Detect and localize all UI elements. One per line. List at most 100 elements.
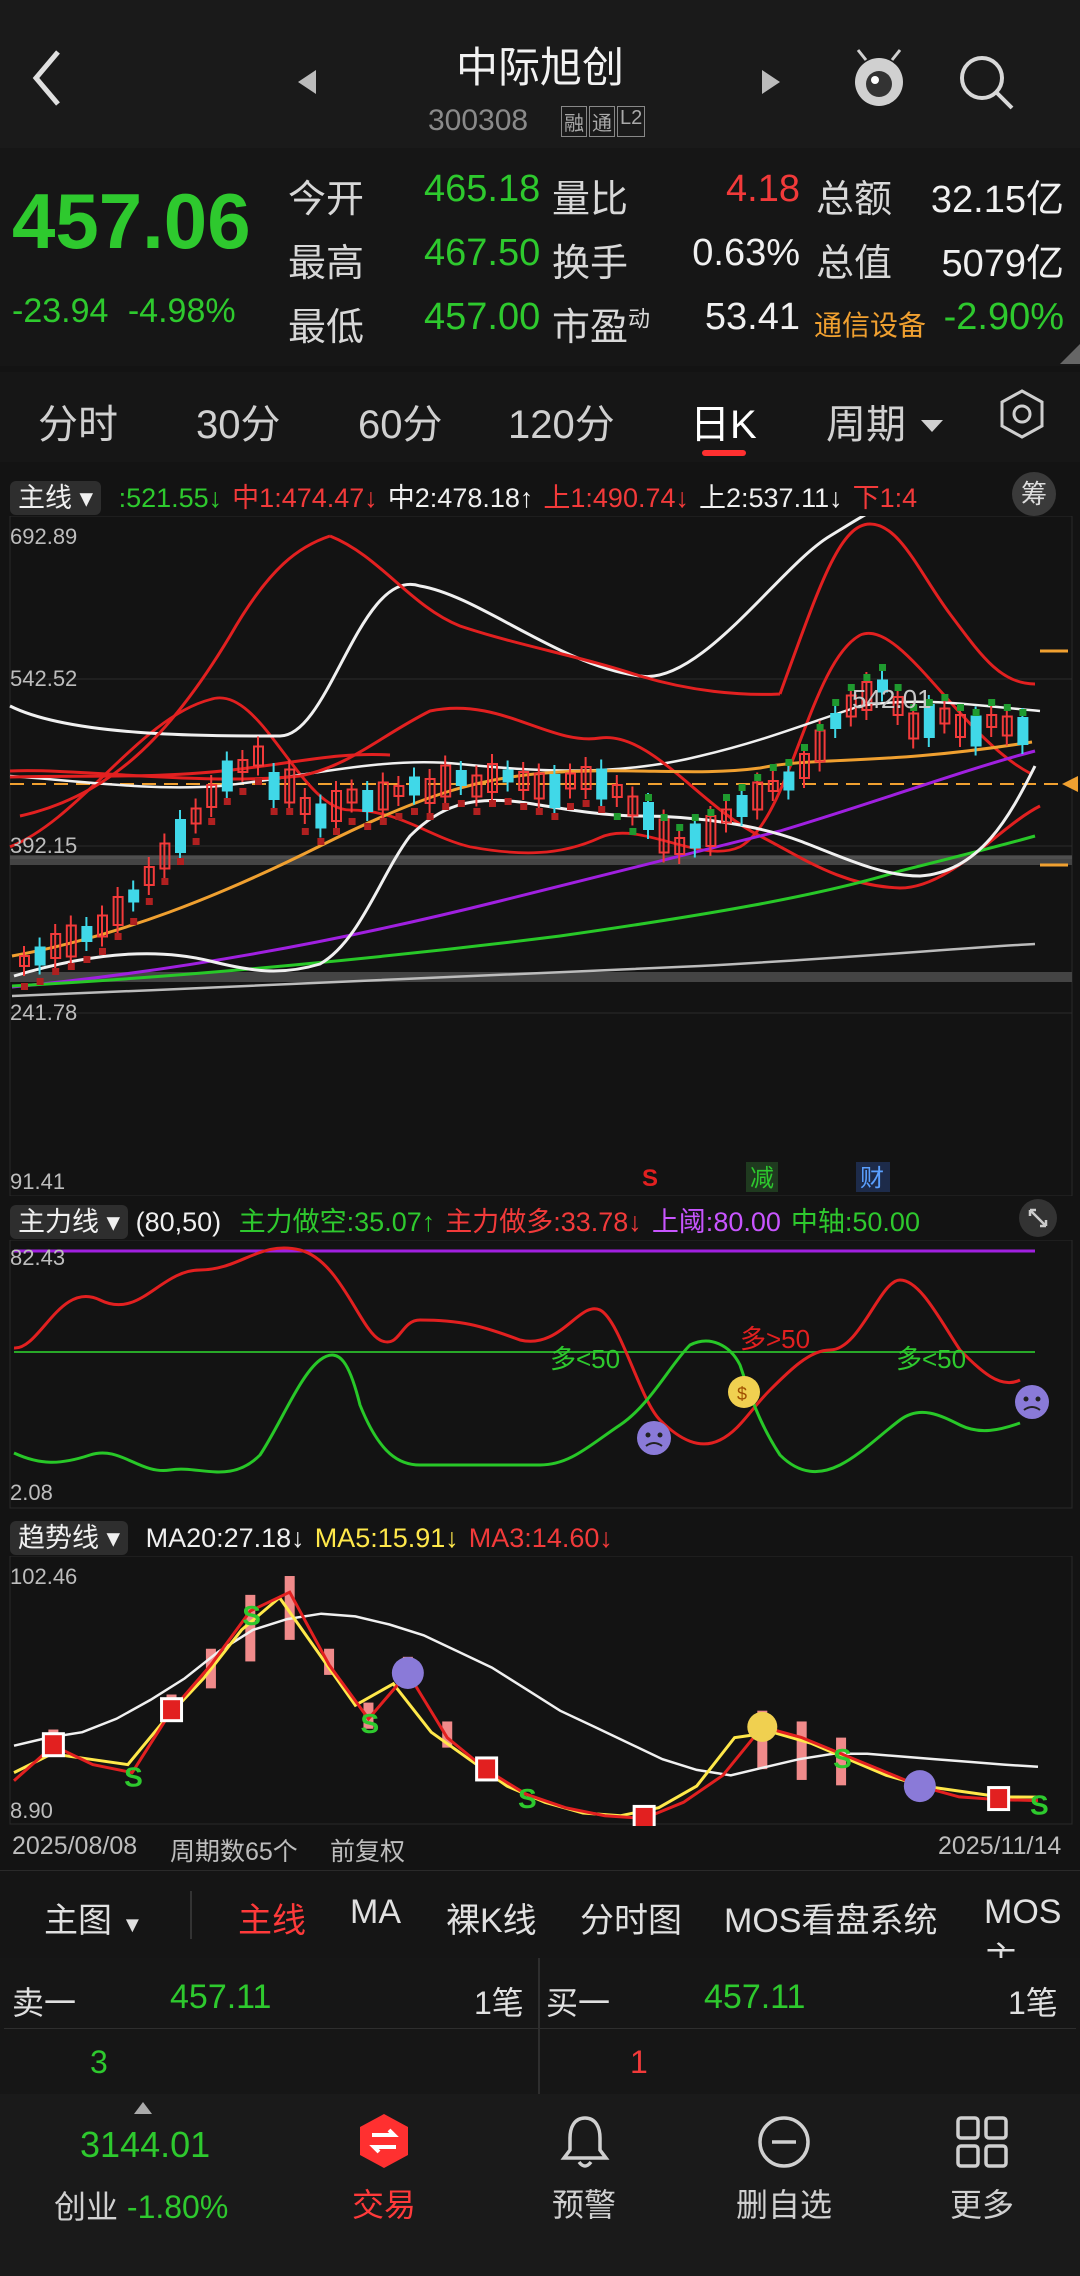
prev-stock-icon[interactable] <box>296 68 320 96</box>
trade-icon[interactable] <box>358 2112 410 2170</box>
current-price: 457.06 <box>12 177 251 265</box>
candle <box>81 926 93 942</box>
nav-trade[interactable]: 交易 <box>304 2180 464 2226</box>
trend-dot <box>364 823 372 830</box>
x-axis-adjust[interactable]: 前复权 <box>330 1832 405 1868</box>
force-indicator-selector[interactable]: 主力线 ▾ <box>10 1205 129 1239</box>
trend-indicator-selector[interactable]: 趋势线 ▾ <box>10 1521 129 1555</box>
expand-up-icon[interactable] <box>134 2102 152 2116</box>
candlestick-chart[interactable]: 692.89 542.52 392.15 241.78 91.41 542.01… <box>0 516 1080 1196</box>
tab-timeshare[interactable]: 分时 <box>38 392 118 450</box>
event-sell-marker[interactable]: S <box>642 1165 658 1192</box>
turnover-value: 0.63% <box>692 232 800 274</box>
main-chart-selector[interactable]: 主图 ▼ <box>44 1893 143 1942</box>
trend-dot <box>504 798 512 805</box>
trend-dot <box>395 813 403 820</box>
trend-dot <box>489 800 496 807</box>
trend-dot <box>754 774 762 781</box>
trend-dot <box>473 808 481 815</box>
trend-dot <box>426 813 434 820</box>
chips-button[interactable]: 筹 <box>1012 472 1056 516</box>
trend-dot <box>145 898 153 905</box>
subtab-mos-system[interactable]: MOS看盘系统 <box>724 1893 937 1942</box>
trend-dot <box>629 828 637 835</box>
trend-dot <box>348 818 356 825</box>
trend-legend-item: MA3:14.60↓ <box>468 1523 613 1553</box>
candle <box>315 803 327 829</box>
trend-dot <box>551 813 559 820</box>
trend-dot <box>21 983 28 990</box>
trend-dot <box>67 963 75 970</box>
bottom-nav: 3144.01 创业 -1.80% 交易 预警 删自选 更多 <box>0 2094 1080 2276</box>
force-annotation-2: 多>50 <box>740 1324 810 1354</box>
trend-dot <box>317 838 325 845</box>
nav-alert[interactable]: 预警 <box>504 2180 664 2226</box>
event-reduce-marker[interactable]: 减 <box>750 1165 774 1192</box>
expand-icon[interactable] <box>1018 1198 1058 1238</box>
order-divider <box>538 1958 540 2094</box>
index-value[interactable]: 3144.01 <box>80 2124 210 2166</box>
tab-daily-k[interactable]: 日K <box>690 392 757 450</box>
force-legend: 主力线 ▾ (80,50) 主力做空:35.07↑ 主力做多:33.78↓ 上阈:8… <box>10 1200 1010 1240</box>
candle <box>455 770 467 786</box>
market-cap-label: 总值 <box>816 243 893 285</box>
index-change[interactable]: 创业 -1.80% <box>54 2182 228 2228</box>
tab-120min[interactable]: 120分 <box>508 392 615 450</box>
tab-60min[interactable]: 60分 <box>358 392 443 450</box>
subtab-timeshare[interactable]: 分时图 <box>580 1893 682 1942</box>
remove-watchlist-icon[interactable] <box>756 2114 812 2170</box>
force-params: (80,50) <box>135 1207 222 1237</box>
stock-badges: 融 通 L2 <box>561 106 646 137</box>
search-icon[interactable] <box>956 52 1016 112</box>
subtab-ma[interactable]: MA <box>350 1893 401 1932</box>
trend-dot <box>816 724 824 731</box>
badge-margin: 融 <box>561 106 587 137</box>
candle <box>549 774 561 808</box>
sad-face-icon <box>637 1421 671 1455</box>
trend-chart[interactable]: S S S S S S 102.46 8.90 <box>0 1556 1080 1826</box>
nav-more[interactable]: 更多 <box>902 2180 1062 2226</box>
candle <box>643 802 654 830</box>
mascot-icon[interactable] <box>848 48 910 110</box>
x-axis-end: 2025/11/14 <box>938 1832 1062 1860</box>
tab-period[interactable]: 周期 <box>826 392 944 450</box>
trend-dot <box>832 699 840 706</box>
trend-dot <box>177 858 184 865</box>
sell-marker: S <box>833 1743 852 1774</box>
main-legend-item: 上2:537.11↓ <box>699 483 843 513</box>
quote-panel: 457.06 -23.94 -4.98% 今开 465.18 最高 467.50… <box>0 148 1080 366</box>
sell-one-price: 457.11 <box>170 1978 272 2016</box>
trend-dot <box>660 814 668 821</box>
low-value: 457.00 <box>424 296 541 338</box>
sad-face-icon <box>391 1656 424 1689</box>
stock-code: 300308 <box>428 104 529 137</box>
trend-dot <box>83 956 91 963</box>
trend-dot <box>223 798 231 805</box>
main-indicator-selector[interactable]: 主线 ▾ <box>10 481 102 515</box>
change-amount: -23.94 <box>12 292 109 330</box>
trend-dot <box>863 674 871 681</box>
money-bag-icon <box>747 1711 778 1742</box>
subtab-mainline[interactable]: 主线 <box>238 1893 306 1942</box>
force-chart[interactable]: 82.43 2.08 多<50 多>50 多<50 $ <box>0 1240 1080 1510</box>
trend-dot <box>738 784 746 791</box>
trend-dot <box>52 968 60 975</box>
event-finance-marker[interactable]: 财 <box>860 1165 884 1192</box>
grid-more-icon[interactable] <box>954 2114 1010 2170</box>
sector-name[interactable]: 通信设备 <box>814 304 926 344</box>
trend-dot <box>598 806 606 813</box>
stock-title: 中际旭创 <box>455 44 624 91</box>
trend-bar <box>796 1721 807 1780</box>
settings-hexagon-icon[interactable] <box>998 388 1046 440</box>
buy-one-count: 1笔 <box>1008 1985 1058 2021</box>
nav-remove-watchlist[interactable]: 删自选 <box>704 2180 864 2226</box>
bell-icon[interactable] <box>560 2114 610 2170</box>
chevron-down-icon <box>921 420 944 433</box>
next-stock-icon[interactable] <box>758 68 782 96</box>
tab-30min[interactable]: 30分 <box>196 392 281 450</box>
force-legend-item: 上阈:80.00 <box>651 1207 781 1237</box>
back-arrow-icon[interactable] <box>30 48 64 108</box>
divider <box>190 1891 192 1939</box>
sell-marker: S <box>124 1762 143 1793</box>
subtab-naked-k[interactable]: 裸K线 <box>446 1893 537 1942</box>
